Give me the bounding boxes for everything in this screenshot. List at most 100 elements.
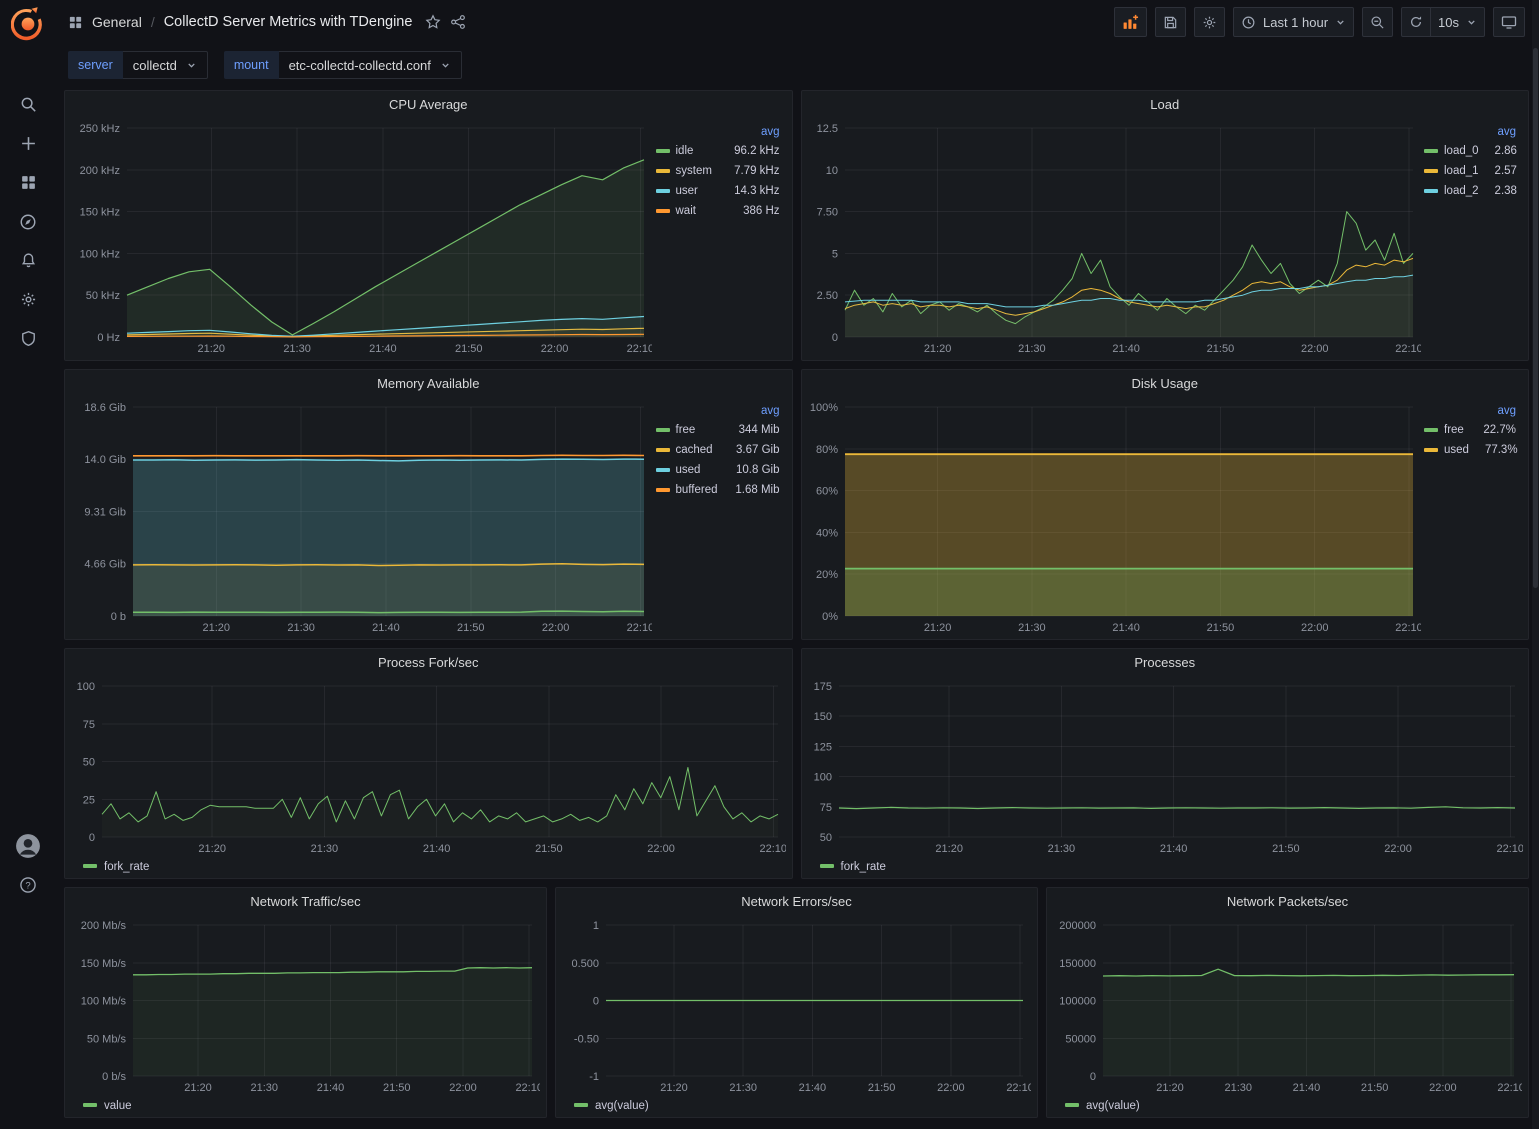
search-icon[interactable] — [8, 85, 48, 124]
svg-text:22:00: 22:00 — [541, 343, 569, 355]
legend-series-name: used — [1444, 444, 1479, 456]
series-color-dash — [83, 864, 97, 868]
explore-compass-icon[interactable] — [8, 202, 48, 241]
legend-item-cached[interactable]: cached3.67 Gib — [656, 444, 780, 456]
chart-canvas[interactable]: 02.5057.501012.521:2021:3021:4021:5022:0… — [808, 118, 1421, 357]
svg-text:21:20: 21:20 — [198, 343, 226, 355]
svg-text:175: 175 — [813, 681, 831, 693]
legend-item-used[interactable]: used77.3% — [1424, 444, 1516, 456]
zoom-out-button[interactable] — [1362, 7, 1393, 37]
legend-item-load_2[interactable]: load_22.38 — [1424, 185, 1516, 197]
panel-network-traffic: Network Traffic/sec 0 b/s50 Mb/s100 Mb/s… — [64, 887, 547, 1118]
time-series-chart[interactable]: 02.5057.501012.521:2021:3021:4021:5022:0… — [808, 118, 1421, 357]
variable-mount-value[interactable]: etc-collectd-collectd.conf — [279, 51, 462, 79]
refresh-icon — [1409, 15, 1423, 29]
save-dashboard-button[interactable] — [1155, 7, 1186, 37]
svg-text:22:00: 22:00 — [647, 843, 675, 855]
chart-canvas[interactable]: 05000010000015000020000021:2021:3021:402… — [1053, 915, 1522, 1096]
user-avatar[interactable] — [8, 826, 48, 865]
refresh-button[interactable] — [1401, 7, 1431, 37]
legend-item-system[interactable]: system7.79 kHz — [656, 165, 780, 177]
chart-canvas[interactable]: 0 Hz50 kHz100 kHz150 kHz200 kHz250 kHz21… — [71, 118, 652, 357]
legend-header-avg[interactable]: avg — [656, 126, 780, 138]
chart-canvas[interactable]: -1-0.5000.500121:2021:3021:4021:5022:002… — [562, 915, 1031, 1096]
chart-canvas[interactable]: 0%20%40%60%80%100%21:2021:3021:4021:5022… — [808, 397, 1421, 636]
refresh-interval-picker[interactable]: 10s — [1431, 7, 1485, 37]
chart-canvas[interactable]: 0 b4.66 Gib9.31 Gib14.0 Gib18.6 Gib21:20… — [71, 397, 652, 636]
panel-title[interactable]: Memory Available — [65, 370, 792, 397]
create-plus-icon[interactable] — [8, 124, 48, 163]
panel-title[interactable]: Network Errors/sec — [556, 888, 1037, 915]
dashboards-grid-icon[interactable] — [68, 15, 83, 30]
scrollbar[interactable] — [1532, 0, 1539, 1129]
chart-canvas[interactable]: 025507510021:2021:3021:4021:5022:0022:10 — [71, 676, 786, 857]
legend-item-free[interactable]: free344 Mib — [656, 424, 780, 436]
panel-title[interactable]: Processes — [802, 649, 1529, 676]
refresh-group: 10s — [1401, 7, 1485, 37]
time-series-chart[interactable]: 507510012515017521:2021:3021:4021:5022:0… — [808, 676, 1523, 857]
svg-text:250 kHz: 250 kHz — [80, 123, 120, 135]
svg-text:2.50: 2.50 — [816, 290, 837, 302]
main-sidebar: ? — [0, 0, 56, 1129]
svg-text:60%: 60% — [815, 486, 837, 498]
time-series-chart[interactable]: 0 Hz50 kHz100 kHz150 kHz200 kHz250 kHz21… — [71, 118, 652, 357]
share-icon[interactable] — [450, 14, 466, 30]
chart-canvas[interactable]: 0 b/s50 Mb/s100 Mb/s150 Mb/s200 Mb/s21:2… — [71, 915, 540, 1096]
legend-item-load_1[interactable]: load_12.57 — [1424, 165, 1516, 177]
svg-text:22:10: 22:10 — [1497, 1082, 1522, 1094]
legend-item-free[interactable]: free22.7% — [1424, 424, 1516, 436]
time-series-chart[interactable]: 025507510021:2021:3021:4021:5022:0022:10 — [71, 676, 786, 857]
svg-text:21:50: 21:50 — [1206, 343, 1234, 355]
panel-title[interactable]: Network Traffic/sec — [65, 888, 546, 915]
alerting-bell-icon[interactable] — [8, 241, 48, 280]
panel-title[interactable]: CPU Average — [65, 91, 792, 118]
time-series-chart[interactable]: -1-0.5000.500121:2021:3021:4021:5022:002… — [562, 915, 1031, 1096]
time-series-chart[interactable]: 0 b/s50 Mb/s100 Mb/s150 Mb/s200 Mb/s21:2… — [71, 915, 540, 1096]
configuration-gear-icon[interactable] — [8, 280, 48, 319]
scrollbar-thumb[interactable] — [1533, 48, 1538, 588]
legend-series-name: used — [676, 464, 731, 476]
svg-text:-0.50: -0.50 — [574, 1033, 599, 1045]
add-panel-button[interactable] — [1114, 7, 1147, 37]
cycle-view-mode-button[interactable] — [1493, 7, 1525, 37]
help-icon[interactable]: ? — [8, 865, 48, 904]
panel-title[interactable]: Disk Usage — [802, 370, 1529, 397]
legend-item-buffered[interactable]: buffered1.68 Mib — [656, 484, 780, 496]
panel-title[interactable]: Network Packets/sec — [1047, 888, 1528, 915]
legend-item-used[interactable]: used10.8 Gib — [656, 464, 780, 476]
variable-mount[interactable]: mount etc-collectd-collectd.conf — [224, 51, 462, 79]
server-admin-shield-icon[interactable] — [8, 319, 48, 358]
svg-text:21:40: 21:40 — [423, 843, 451, 855]
legend-item-user[interactable]: user14.3 kHz — [656, 185, 780, 197]
legend-item-load_0[interactable]: load_02.86 — [1424, 145, 1516, 157]
grafana-logo-icon[interactable] — [11, 7, 45, 41]
variable-server-value[interactable]: collectd — [123, 51, 208, 79]
legend-header-avg[interactable]: avg — [1424, 126, 1516, 138]
dashboard-title[interactable]: CollectD Server Metrics with TDengine — [164, 14, 413, 30]
time-series-chart[interactable]: 0%20%40%60%80%100%21:2021:3021:4021:5022… — [808, 397, 1421, 636]
svg-text:21:30: 21:30 — [1224, 1082, 1252, 1094]
legend-item-avg-value-[interactable]: avg(value) — [574, 1100, 649, 1112]
refresh-interval-label: 10s — [1438, 15, 1459, 30]
svg-text:150 Mb/s: 150 Mb/s — [81, 958, 127, 970]
chart-canvas[interactable]: 507510012515017521:2021:3021:4021:5022:0… — [808, 676, 1523, 857]
breadcrumb-folder[interactable]: General — [92, 14, 142, 30]
favorite-star-icon[interactable] — [425, 14, 441, 30]
variable-server[interactable]: server collectd — [68, 51, 208, 79]
legend-header-avg[interactable]: avg — [1424, 405, 1516, 417]
legend-item-fork_rate[interactable]: fork_rate — [820, 861, 886, 873]
dashboards-icon[interactable] — [8, 163, 48, 202]
panel-title[interactable]: Process Fork/sec — [65, 649, 792, 676]
legend-item-fork_rate[interactable]: fork_rate — [83, 861, 149, 873]
legend-item-idle[interactable]: idle96.2 kHz — [656, 145, 780, 157]
time-series-chart[interactable]: 0 b4.66 Gib9.31 Gib14.0 Gib18.6 Gib21:20… — [71, 397, 652, 636]
legend-item-value[interactable]: value — [83, 1100, 132, 1112]
time-series-chart[interactable]: 05000010000015000020000021:2021:3021:402… — [1053, 915, 1522, 1096]
dashboard-settings-button[interactable] — [1194, 7, 1225, 37]
panel-title[interactable]: Load — [802, 91, 1529, 118]
legend-item-avg-value-[interactable]: avg(value) — [1065, 1100, 1140, 1112]
legend-header-avg[interactable]: avg — [656, 405, 780, 417]
legend-item-wait[interactable]: wait386 Hz — [656, 205, 780, 217]
time-range-picker[interactable]: Last 1 hour — [1233, 7, 1354, 37]
legend-series-name: system — [676, 165, 729, 177]
